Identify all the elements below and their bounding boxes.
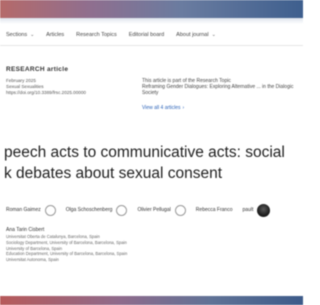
- nav-item-label: Articles: [46, 32, 65, 38]
- bottom-banner: [0, 296, 303, 305]
- article-type-label: RESEARCH article: [6, 66, 69, 73]
- nav-item-research-topics[interactable]: Research Topics: [76, 32, 117, 38]
- affiliation-line: Universitat Autonoma, Spain: [6, 257, 59, 263]
- nav-item-label: Sections: [6, 32, 28, 38]
- view-all-articles-label: View all 4 articles: [142, 104, 181, 111]
- author-item[interactable]: Rebecca Franco: [196, 204, 233, 216]
- author-avatar[interactable]: [257, 203, 271, 217]
- chevron-down-icon: ⌄: [211, 32, 216, 38]
- top-banner: [0, 0, 303, 18]
- author-name: Rebecca Franco: [195, 207, 233, 213]
- article-title: peech acts to communicative acts: social…: [4, 142, 304, 184]
- orcid-icon[interactable]: [174, 204, 186, 216]
- author-name: pault: [242, 207, 254, 213]
- affiliations: Universitat Oberta de Catalunya, Barcelo…: [6, 234, 296, 263]
- orcid-icon[interactable]: [44, 204, 56, 216]
- author-name: Roman Gaimez: [6, 207, 41, 213]
- orcid-icon[interactable]: [116, 204, 128, 216]
- top-banner-fade: [0, 18, 303, 24]
- article-title-line: peech acts to communicative acts: social: [4, 144, 285, 161]
- author-item[interactable]: Olivier Pellugal: [137, 204, 186, 216]
- author-item[interactable]: Olga Schoschenberg: [66, 204, 128, 216]
- author-name: Olivier Pellugal: [137, 207, 171, 213]
- chevron-down-icon: ⌄: [30, 32, 35, 38]
- author-name: Ana Tarin Cisbert: [6, 227, 45, 233]
- research-topic-name[interactable]: Reframing Gender Dialogues: Exploring Al…: [142, 84, 302, 96]
- nav-item-editorial-board[interactable]: Editorial board: [129, 32, 164, 38]
- nav-item-about-journal[interactable]: About journal ⌄: [176, 32, 216, 38]
- article-doi[interactable]: https://doi.org/10.3389/frsc.2025.00000: [6, 90, 86, 96]
- author-item[interactable]: Roman Gaimez: [6, 204, 56, 216]
- article-meta: February 2025 Sexual Sexualities https:/…: [6, 78, 86, 97]
- nav-item-sections[interactable]: Sections ⌄: [6, 32, 34, 38]
- article-title-line: k debates about sexual consent: [4, 165, 223, 182]
- nav-item-articles[interactable]: Articles: [46, 32, 64, 38]
- author-name: Olga Schoschenberg: [65, 207, 113, 213]
- author-list: Roman Gaimez Olga Schoschenberg Olivier …: [6, 203, 306, 236]
- nav-item-label: Editorial board: [128, 32, 165, 38]
- research-topic-box: This article is part of the Research Top…: [142, 78, 302, 111]
- chevron-right-icon: ›: [182, 104, 185, 111]
- nav-item-label: About journal: [176, 32, 209, 38]
- nav-item-label: Research Topics: [76, 32, 117, 38]
- nav-divider: [0, 45, 303, 46]
- author-item[interactable]: pault: [242, 203, 271, 217]
- journal-nav: Sections ⌄ Articles Research Topics Edit…: [0, 26, 303, 44]
- view-all-articles-link[interactable]: View all 4 articles ›: [142, 105, 302, 111]
